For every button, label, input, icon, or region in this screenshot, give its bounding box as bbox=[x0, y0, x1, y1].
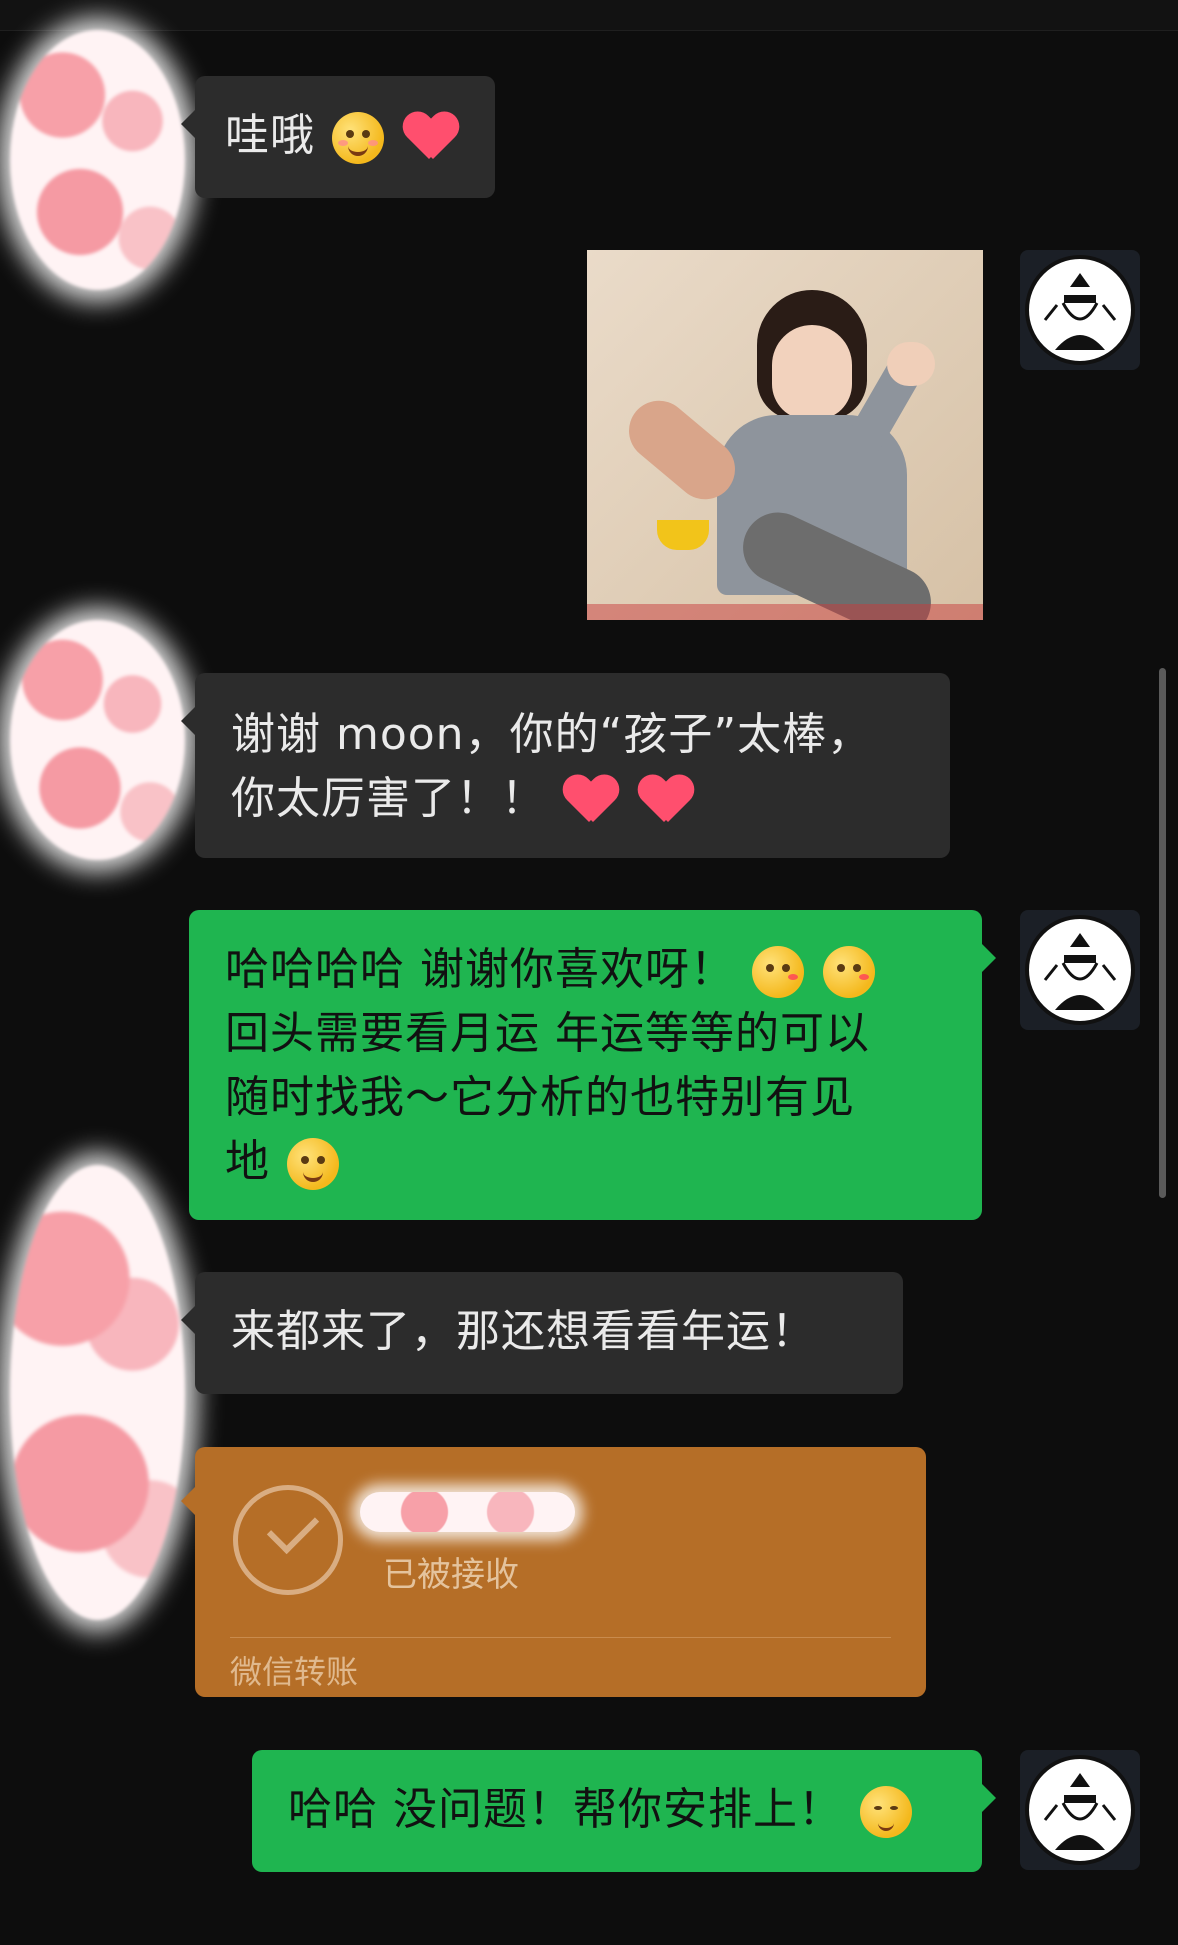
kissing-face-icon bbox=[823, 946, 875, 998]
top-divider bbox=[0, 0, 1178, 31]
message-bubble-incoming[interactable]: 哇哦 bbox=[181, 76, 495, 198]
winking-tongue-face-icon bbox=[287, 1138, 339, 1190]
message-text-line: 地 bbox=[225, 1136, 270, 1187]
message-text-line: 谢谢 moon，你的“孩子”太棒， bbox=[231, 709, 873, 760]
message-bubble-outgoing[interactable]: 哈哈 没问题！帮你安排上！ bbox=[252, 1750, 996, 1872]
portrait-icon bbox=[1043, 933, 1117, 1010]
message-text-line: 回头需要看月运 年运等等的可以 bbox=[225, 1008, 870, 1059]
contact-avatar[interactable] bbox=[10, 1165, 185, 1620]
contact-avatar[interactable] bbox=[10, 30, 185, 290]
transfer-amount-redacted bbox=[360, 1492, 575, 1532]
message-text-line: 随时找我～它分析的也特别有见 bbox=[225, 1072, 855, 1123]
card-divider bbox=[230, 1637, 891, 1638]
message-bubble-incoming[interactable]: 来都来了，那还想看看年运！ bbox=[181, 1272, 903, 1394]
portrait-icon bbox=[1043, 273, 1117, 350]
red-heart-icon bbox=[563, 776, 619, 826]
sent-image[interactable] bbox=[587, 250, 983, 620]
message-text: 哈哈 没问题！帮你安排上！ bbox=[288, 1784, 843, 1835]
message-bubble-incoming[interactable]: 谢谢 moon，你的“孩子”太棒， 你太厉害了！！ bbox=[181, 673, 950, 858]
my-avatar[interactable] bbox=[1020, 250, 1140, 370]
transfer-footer: 微信转账 bbox=[230, 1653, 359, 1691]
my-avatar[interactable] bbox=[1020, 1750, 1140, 1870]
thinking-face-icon bbox=[860, 1786, 912, 1838]
red-heart-icon bbox=[403, 113, 459, 163]
contact-avatar[interactable] bbox=[10, 620, 185, 860]
message-text: 来都来了，那还想看看年运！ bbox=[231, 1306, 816, 1357]
chat-screen: 哇哦 谢谢 moon，你的“孩子”太棒， 你太厉害了！！ 哈哈哈哈 谢谢你喜欢呀… bbox=[0, 0, 1178, 1945]
red-heart-icon bbox=[638, 776, 694, 826]
message-text-line: 哈哈哈哈 谢谢你喜欢呀！ bbox=[225, 944, 735, 995]
wechat-transfer-card[interactable]: 已被接收 微信转账 bbox=[181, 1447, 926, 1697]
scrollbar[interactable] bbox=[1159, 668, 1166, 1198]
message-text: 哇哦 bbox=[225, 110, 315, 161]
portrait-icon bbox=[1043, 1773, 1117, 1850]
kissing-face-icon bbox=[752, 946, 804, 998]
check-circle-icon bbox=[233, 1485, 343, 1595]
my-avatar[interactable] bbox=[1020, 910, 1140, 1030]
blushing-face-icon bbox=[332, 112, 384, 164]
message-text-line: 你太厉害了！！ bbox=[231, 773, 546, 824]
message-bubble-outgoing[interactable]: 哈哈哈哈 谢谢你喜欢呀！ 回头需要看月运 年运等等的可以 随时找我～它分析的也特… bbox=[189, 910, 996, 1220]
transfer-status: 已被接收 bbox=[383, 1555, 519, 1595]
